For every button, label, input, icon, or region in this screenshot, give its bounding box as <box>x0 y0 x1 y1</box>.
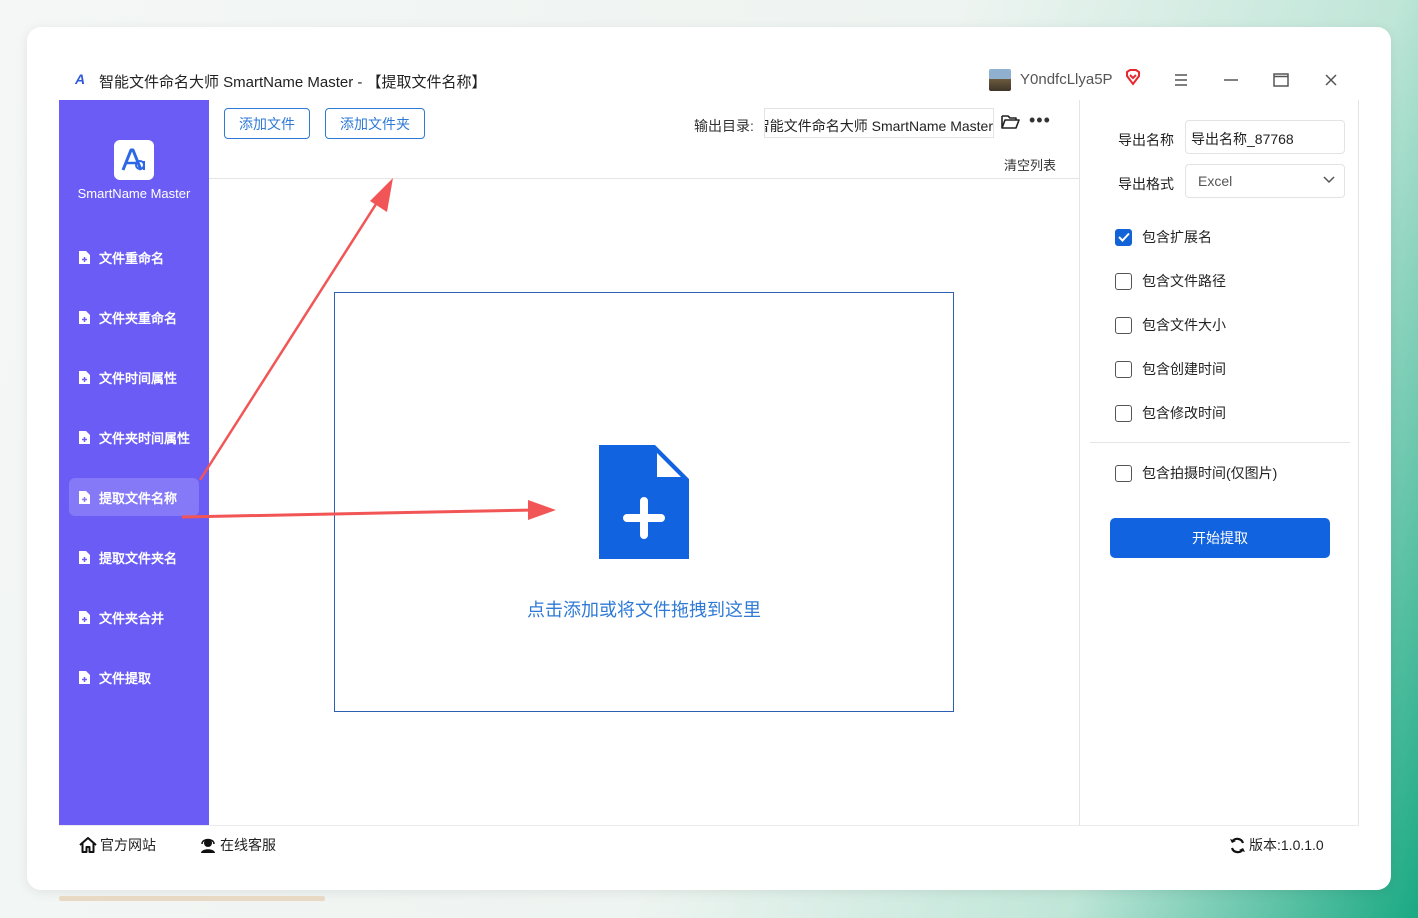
add-file-button[interactable]: 添加文件 <box>224 108 310 139</box>
online-support-label: 在线客服 <box>220 837 276 853</box>
sidebar-item-extract-filename[interactable]: 提取文件名称 <box>69 478 199 516</box>
sidebar-item-label: 文件提取 <box>99 670 152 686</box>
checkbox-label: 包含文件路径 <box>1142 273 1226 289</box>
username[interactable]: Y0ndfcLlya5P <box>1020 71 1113 88</box>
file-plus-icon <box>79 610 90 624</box>
support-agent-icon <box>201 838 215 853</box>
home-icon <box>79 837 97 853</box>
footer: 官方网站 在线客服 版本:1.0.1.0 <box>59 825 1359 860</box>
close-icon[interactable] <box>1315 64 1347 96</box>
checkbox-include-size[interactable]: 包含文件大小 <box>1115 315 1226 335</box>
file-dropzone[interactable]: 点击添加或将文件拖拽到这里 <box>334 292 954 712</box>
checkbox-unchecked-icon[interactable] <box>1115 316 1132 334</box>
export-format-label: 导出格式 <box>1118 176 1174 192</box>
maximize-icon[interactable] <box>1265 64 1297 96</box>
checkbox-include-extension[interactable]: 包含扩展名 <box>1115 227 1212 247</box>
menu-icon[interactable] <box>1165 64 1197 96</box>
sidebar: SmartName Master 文件重命名 文件夹重命名 文件时间属性 文件夹… <box>59 100 209 825</box>
vip-diamond-icon[interactable] <box>1124 68 1142 91</box>
options-divider <box>1090 442 1350 443</box>
sidebar-item-label: 文件时间属性 <box>99 370 178 386</box>
sidebar-item-label: 提取文件夹名 <box>99 550 178 566</box>
checkbox-include-modified[interactable]: 包含修改时间 <box>1115 403 1226 423</box>
sidebar-item-extract-foldername[interactable]: 提取文件夹名 <box>69 538 199 576</box>
checkbox-unchecked-icon[interactable] <box>1115 464 1132 482</box>
minimize-icon[interactable] <box>1215 64 1247 96</box>
export-format-value: Excel <box>1198 173 1233 189</box>
sidebar-item-label: 文件夹合并 <box>99 610 165 626</box>
file-plus-icon <box>79 370 90 384</box>
sidebar-item-file-extract[interactable]: 文件提取 <box>69 658 199 696</box>
version-check[interactable]: 版本:1.0.1.0 <box>1229 835 1324 855</box>
sidebar-item-label: 文件夹时间属性 <box>99 430 191 446</box>
add-file-icon[interactable] <box>599 445 689 564</box>
checkbox-include-shot-time[interactable]: 包含拍摄时间(仅图片) <box>1115 463 1277 483</box>
user-avatar[interactable] <box>989 69 1011 91</box>
main-panel: 添加文件 添加文件夹 输出目录: 智能文件命名大师 SmartName Mast… <box>209 100 1079 825</box>
sidebar-item-folder-merge[interactable]: 文件夹合并 <box>69 598 199 636</box>
file-plus-icon <box>79 550 90 564</box>
refresh-icon <box>1230 837 1245 853</box>
toolbar-divider <box>209 178 1079 179</box>
sidebar-item-folder-time[interactable]: 文件夹时间属性 <box>69 418 199 456</box>
output-dir-value: 智能文件命名大师 SmartName Master <box>764 118 993 134</box>
file-plus-icon <box>79 250 90 264</box>
title-bar: A 智能文件命名大师 SmartName Master - 【提取文件名称】 Y… <box>59 60 1359 100</box>
checkbox-label: 包含文件大小 <box>1142 317 1226 333</box>
checkbox-label: 包含修改时间 <box>1142 405 1226 421</box>
checkbox-label: 包含扩展名 <box>1142 229 1212 245</box>
output-dir-field[interactable]: 智能文件命名大师 SmartName Master <box>764 108 994 138</box>
sidebar-item-label: 文件重命名 <box>99 250 165 266</box>
checkbox-label: 包含拍摄时间(仅图片) <box>1142 465 1278 481</box>
sidebar-item-file-time[interactable]: 文件时间属性 <box>69 358 199 396</box>
dropzone-hint: 点击添加或将文件拖拽到这里 <box>527 600 761 620</box>
app-window: A 智能文件命名大师 SmartName Master - 【提取文件名称】 Y… <box>59 60 1359 860</box>
export-name-label: 导出名称 <box>1118 132 1174 148</box>
window-title: 智能文件命名大师 SmartName Master - 【提取文件名称】 <box>99 74 487 91</box>
export-format-select[interactable]: Excel <box>1185 164 1345 198</box>
options-panel: 导出名称 导出名称_87768 导出格式 Excel 包含扩展名 包含文件路径 … <box>1079 100 1359 825</box>
brand-name: SmartName Master <box>77 186 191 201</box>
background-strip <box>59 896 325 901</box>
add-folder-button[interactable]: 添加文件夹 <box>325 108 425 139</box>
more-options-icon[interactable]: ••• <box>1029 110 1051 131</box>
checkbox-checked-icon[interactable] <box>1115 228 1132 246</box>
official-website-link[interactable]: 官方网站 <box>79 835 156 855</box>
sidebar-item-label: 文件夹重命名 <box>99 310 178 326</box>
checkbox-include-created[interactable]: 包含创建时间 <box>1115 359 1226 379</box>
sidebar-item-folder-rename[interactable]: 文件夹重命名 <box>69 298 199 336</box>
file-plus-icon <box>79 310 90 324</box>
export-name-input[interactable]: 导出名称_87768 <box>1185 120 1345 154</box>
clear-list-button[interactable]: 清空列表 <box>1004 155 1056 174</box>
sidebar-item-label: 提取文件名称 <box>99 490 178 506</box>
sidebar-item-file-rename[interactable]: 文件重命名 <box>69 238 199 276</box>
output-dir-label: 输出目录: <box>694 118 754 134</box>
checkbox-include-path[interactable]: 包含文件路径 <box>1115 271 1226 291</box>
checkbox-unchecked-icon[interactable] <box>1115 272 1132 290</box>
start-extract-button[interactable]: 开始提取 <box>1110 518 1330 558</box>
file-plus-icon <box>79 430 90 444</box>
folder-open-icon[interactable] <box>1001 114 1020 134</box>
online-support-link[interactable]: 在线客服 <box>199 835 276 855</box>
app-logo-icon: A <box>75 71 86 87</box>
file-plus-icon <box>79 490 90 504</box>
checkbox-unchecked-icon[interactable] <box>1115 360 1132 378</box>
file-plus-icon <box>79 670 90 684</box>
checkbox-label: 包含创建时间 <box>1142 361 1226 377</box>
official-website-label: 官方网站 <box>100 837 156 853</box>
version-label: 版本:1.0.1.0 <box>1249 837 1324 853</box>
chevron-down-icon <box>1323 176 1335 184</box>
checkbox-unchecked-icon[interactable] <box>1115 404 1132 422</box>
brand-logo-icon <box>114 140 154 180</box>
